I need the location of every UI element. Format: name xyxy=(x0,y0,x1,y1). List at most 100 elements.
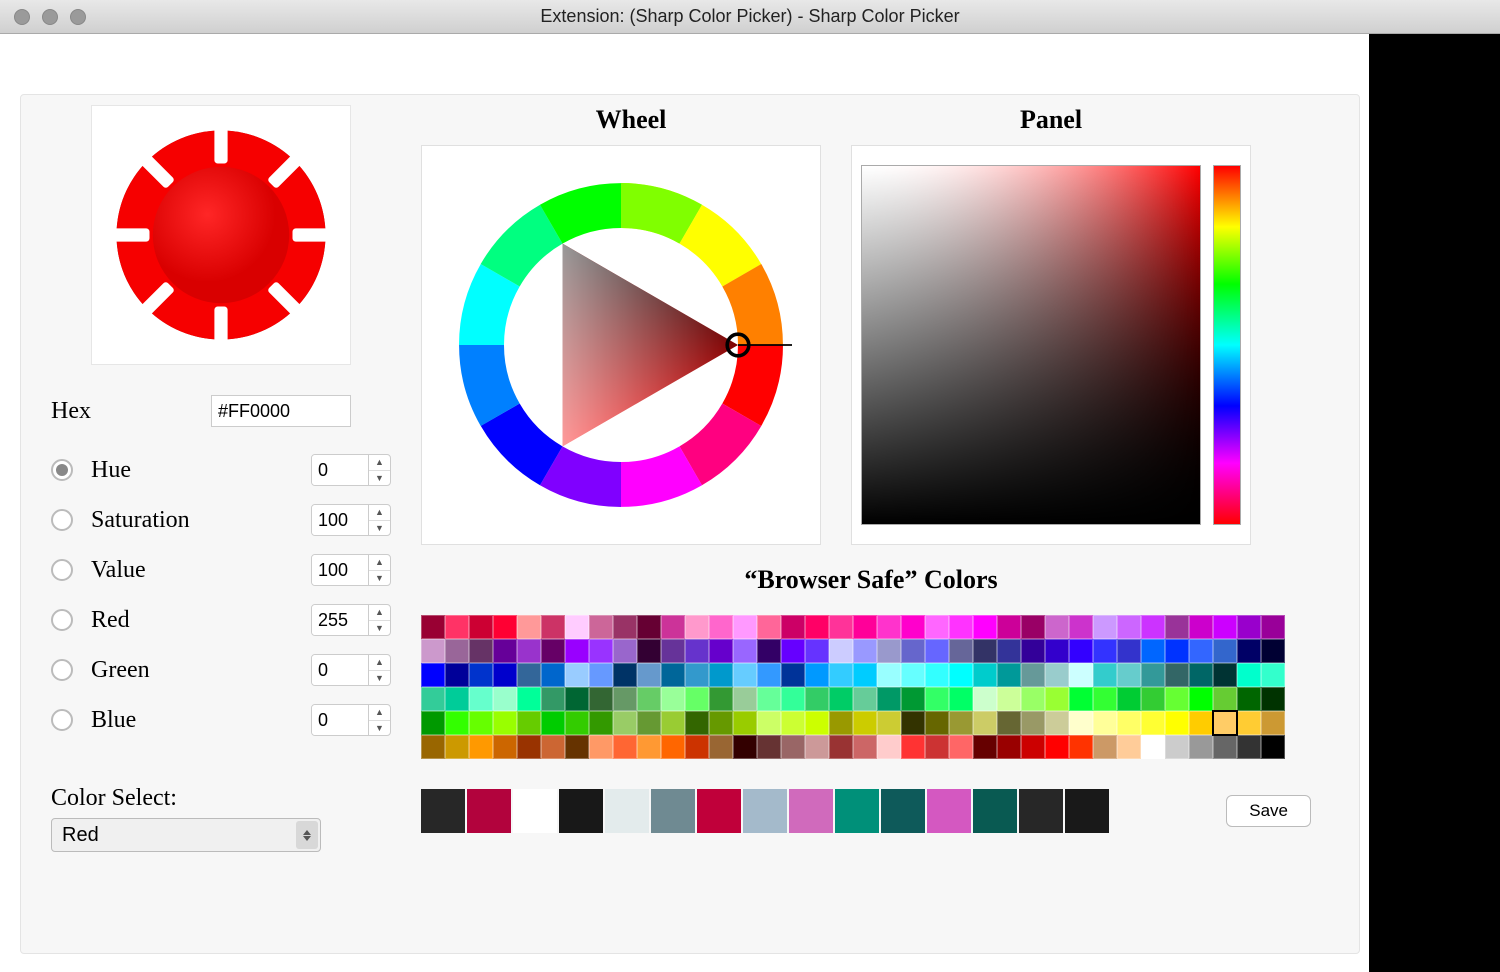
recent-swatch[interactable] xyxy=(835,789,879,833)
swatch[interactable] xyxy=(613,687,637,711)
swatch[interactable] xyxy=(1045,663,1069,687)
swatch[interactable] xyxy=(829,711,853,735)
swatch[interactable] xyxy=(517,687,541,711)
swatch[interactable] xyxy=(493,615,517,639)
swatch[interactable] xyxy=(1021,711,1045,735)
swatch[interactable] xyxy=(1213,663,1237,687)
swatch[interactable] xyxy=(637,687,661,711)
swatch[interactable] xyxy=(1093,687,1117,711)
swatch[interactable] xyxy=(733,663,757,687)
swatch[interactable] xyxy=(853,615,877,639)
swatch[interactable] xyxy=(1045,711,1069,735)
swatch[interactable] xyxy=(1261,711,1285,735)
swatch[interactable] xyxy=(1093,711,1117,735)
recent-swatch[interactable] xyxy=(1065,789,1109,833)
swatch[interactable] xyxy=(997,615,1021,639)
swatch[interactable] xyxy=(733,615,757,639)
swatch[interactable] xyxy=(1237,639,1261,663)
swatch[interactable] xyxy=(781,711,805,735)
spinner-red[interactable]: ▲▼ xyxy=(311,604,391,636)
swatch[interactable] xyxy=(685,615,709,639)
swatch[interactable] xyxy=(853,735,877,759)
swatch[interactable] xyxy=(901,687,925,711)
swatch[interactable] xyxy=(445,615,469,639)
swatch[interactable] xyxy=(1021,615,1045,639)
save-button[interactable]: Save xyxy=(1226,795,1311,827)
spinner-up-green[interactable]: ▲ xyxy=(369,655,390,671)
swatch[interactable] xyxy=(1261,735,1285,759)
swatch[interactable] xyxy=(997,663,1021,687)
swatch[interactable] xyxy=(613,711,637,735)
swatch[interactable] xyxy=(469,663,493,687)
swatch[interactable] xyxy=(493,735,517,759)
swatch[interactable] xyxy=(1189,663,1213,687)
swatch[interactable] xyxy=(661,711,685,735)
swatch[interactable] xyxy=(565,687,589,711)
swatch[interactable] xyxy=(421,615,445,639)
swatch[interactable] xyxy=(469,687,493,711)
radio-blue[interactable] xyxy=(51,709,73,731)
spinner-blue[interactable]: ▲▼ xyxy=(311,704,391,736)
swatch[interactable] xyxy=(1165,711,1189,735)
swatch[interactable] xyxy=(1237,711,1261,735)
swatch[interactable] xyxy=(1165,615,1189,639)
swatch[interactable] xyxy=(661,687,685,711)
swatch[interactable] xyxy=(805,615,829,639)
spinner-input-blue[interactable] xyxy=(312,705,368,735)
swatch[interactable] xyxy=(589,687,613,711)
swatch[interactable] xyxy=(469,735,493,759)
swatch[interactable] xyxy=(661,615,685,639)
swatch[interactable] xyxy=(949,687,973,711)
swatch[interactable] xyxy=(733,639,757,663)
swatch[interactable] xyxy=(973,663,997,687)
swatch[interactable] xyxy=(973,639,997,663)
swatch[interactable] xyxy=(541,711,565,735)
recent-swatch[interactable] xyxy=(421,789,465,833)
swatch[interactable] xyxy=(1069,735,1093,759)
swatch[interactable] xyxy=(613,663,637,687)
swatch[interactable] xyxy=(661,639,685,663)
swatch[interactable] xyxy=(997,639,1021,663)
swatch[interactable] xyxy=(637,663,661,687)
swatch[interactable] xyxy=(973,711,997,735)
swatch[interactable] xyxy=(997,711,1021,735)
swatch[interactable] xyxy=(829,663,853,687)
swatch[interactable] xyxy=(1165,639,1189,663)
swatch[interactable] xyxy=(997,687,1021,711)
swatch[interactable] xyxy=(781,615,805,639)
swatch[interactable] xyxy=(445,711,469,735)
spinner-up-saturation[interactable]: ▲ xyxy=(369,505,390,521)
swatch[interactable] xyxy=(1165,687,1189,711)
swatch[interactable] xyxy=(925,711,949,735)
recent-swatch[interactable] xyxy=(513,789,557,833)
spinner-down-red[interactable]: ▼ xyxy=(369,621,390,636)
spinner-value[interactable]: ▲▼ xyxy=(311,554,391,586)
swatch[interactable] xyxy=(949,663,973,687)
swatch[interactable] xyxy=(805,639,829,663)
swatch[interactable] xyxy=(1261,639,1285,663)
swatch[interactable] xyxy=(829,687,853,711)
swatch[interactable] xyxy=(901,663,925,687)
swatch[interactable] xyxy=(901,735,925,759)
swatch[interactable] xyxy=(589,735,613,759)
spinner-saturation[interactable]: ▲▼ xyxy=(311,504,391,536)
swatch[interactable] xyxy=(421,663,445,687)
swatch[interactable] xyxy=(1237,687,1261,711)
swatch[interactable] xyxy=(733,687,757,711)
swatch[interactable] xyxy=(1213,615,1237,639)
swatch[interactable] xyxy=(493,639,517,663)
swatch[interactable] xyxy=(541,615,565,639)
spinner-up-blue[interactable]: ▲ xyxy=(369,705,390,721)
spinner-hue[interactable]: ▲▼ xyxy=(311,454,391,486)
swatch[interactable] xyxy=(733,735,757,759)
swatch[interactable] xyxy=(949,639,973,663)
swatch[interactable] xyxy=(805,663,829,687)
swatch[interactable] xyxy=(421,711,445,735)
swatch[interactable] xyxy=(853,687,877,711)
swatch[interactable] xyxy=(1165,735,1189,759)
swatch[interactable] xyxy=(973,687,997,711)
swatch[interactable] xyxy=(1021,687,1045,711)
swatch[interactable] xyxy=(709,663,733,687)
swatch[interactable] xyxy=(589,711,613,735)
swatch[interactable] xyxy=(589,639,613,663)
